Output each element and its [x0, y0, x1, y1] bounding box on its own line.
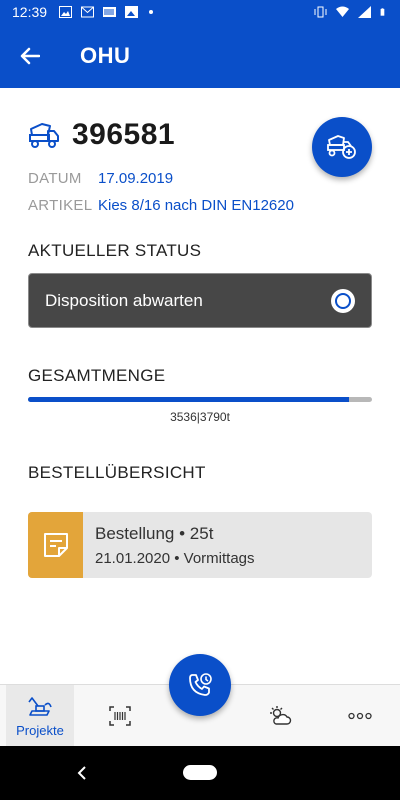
quantity-section-title: GESAMTMENGE — [28, 366, 166, 385]
weather-icon — [270, 706, 292, 725]
datum-label: DATUM — [28, 170, 82, 187]
quantity-progress-bar — [28, 397, 372, 402]
status-section-title: AKTUELLER STATUS — [28, 241, 202, 260]
photo-icon — [125, 6, 139, 18]
barcode-icon — [103, 7, 117, 17]
system-home-button[interactable] — [183, 765, 217, 780]
status-bar: 12:39 — [0, 0, 400, 24]
order-number: 396581 — [72, 118, 176, 151]
app-bar: OHU — [0, 24, 400, 88]
phone-call-icon — [189, 673, 212, 696]
nav-more[interactable] — [340, 685, 380, 747]
arrow-left-icon — [20, 47, 40, 65]
system-navigation-bar — [0, 746, 400, 800]
quantity-label: 3536|3790t — [170, 410, 230, 424]
artikel-label: ARTIKEL — [28, 197, 93, 214]
quantity-progress-fill — [28, 397, 349, 402]
order-header: 396581 — [28, 118, 175, 152]
truck-add-icon — [327, 135, 356, 159]
barcode-scan-icon — [109, 706, 131, 726]
vibrate-icon — [314, 6, 327, 18]
status-time: 12:39 — [12, 4, 48, 20]
note-icon — [28, 512, 83, 578]
nav-scan[interactable] — [100, 685, 140, 747]
chevron-left-icon — [77, 766, 86, 780]
back-button[interactable] — [0, 24, 60, 88]
datum-row: DATUM 17.09.2019 — [28, 170, 173, 187]
nav-weather[interactable] — [260, 685, 300, 747]
order-card[interactable]: Bestellung • 25t 21.01.2020 • Vormittags — [28, 512, 372, 578]
app-title: OHU — [80, 43, 131, 68]
signal-icon — [358, 6, 371, 18]
dot-icon — [149, 10, 154, 14]
image-icon — [59, 6, 73, 18]
nav-projekte-label: Projekte — [16, 722, 64, 738]
gmail-icon — [81, 6, 95, 18]
battery-icon — [380, 8, 385, 16]
artikel-value: Kies 8/16 nach DIN EN12620 — [98, 197, 294, 214]
system-back-button[interactable] — [72, 762, 92, 784]
call-button[interactable] — [169, 654, 231, 716]
datum-value: 17.09.2019 — [98, 170, 174, 187]
add-delivery-button[interactable] — [312, 117, 372, 177]
artikel-row: ARTIKEL Kies 8/16 nach DIN EN12620 — [28, 197, 294, 214]
more-icon — [348, 712, 372, 720]
status-selector[interactable]: Disposition abwarten — [28, 273, 372, 328]
order-card-subtitle: 21.01.2020 • Vormittags — [95, 549, 255, 567]
order-card-title: Bestellung • 25t — [95, 523, 214, 543]
wifi-icon — [336, 6, 349, 17]
dump-truck-icon — [29, 123, 59, 148]
excavator-icon — [28, 696, 52, 716]
status-text: Disposition abwarten — [45, 290, 203, 310]
orders-section-title: BESTELLÜBERSICHT — [28, 463, 206, 482]
status-radio-icon — [331, 288, 355, 313]
nav-projekte[interactable]: Projekte — [6, 685, 74, 747]
